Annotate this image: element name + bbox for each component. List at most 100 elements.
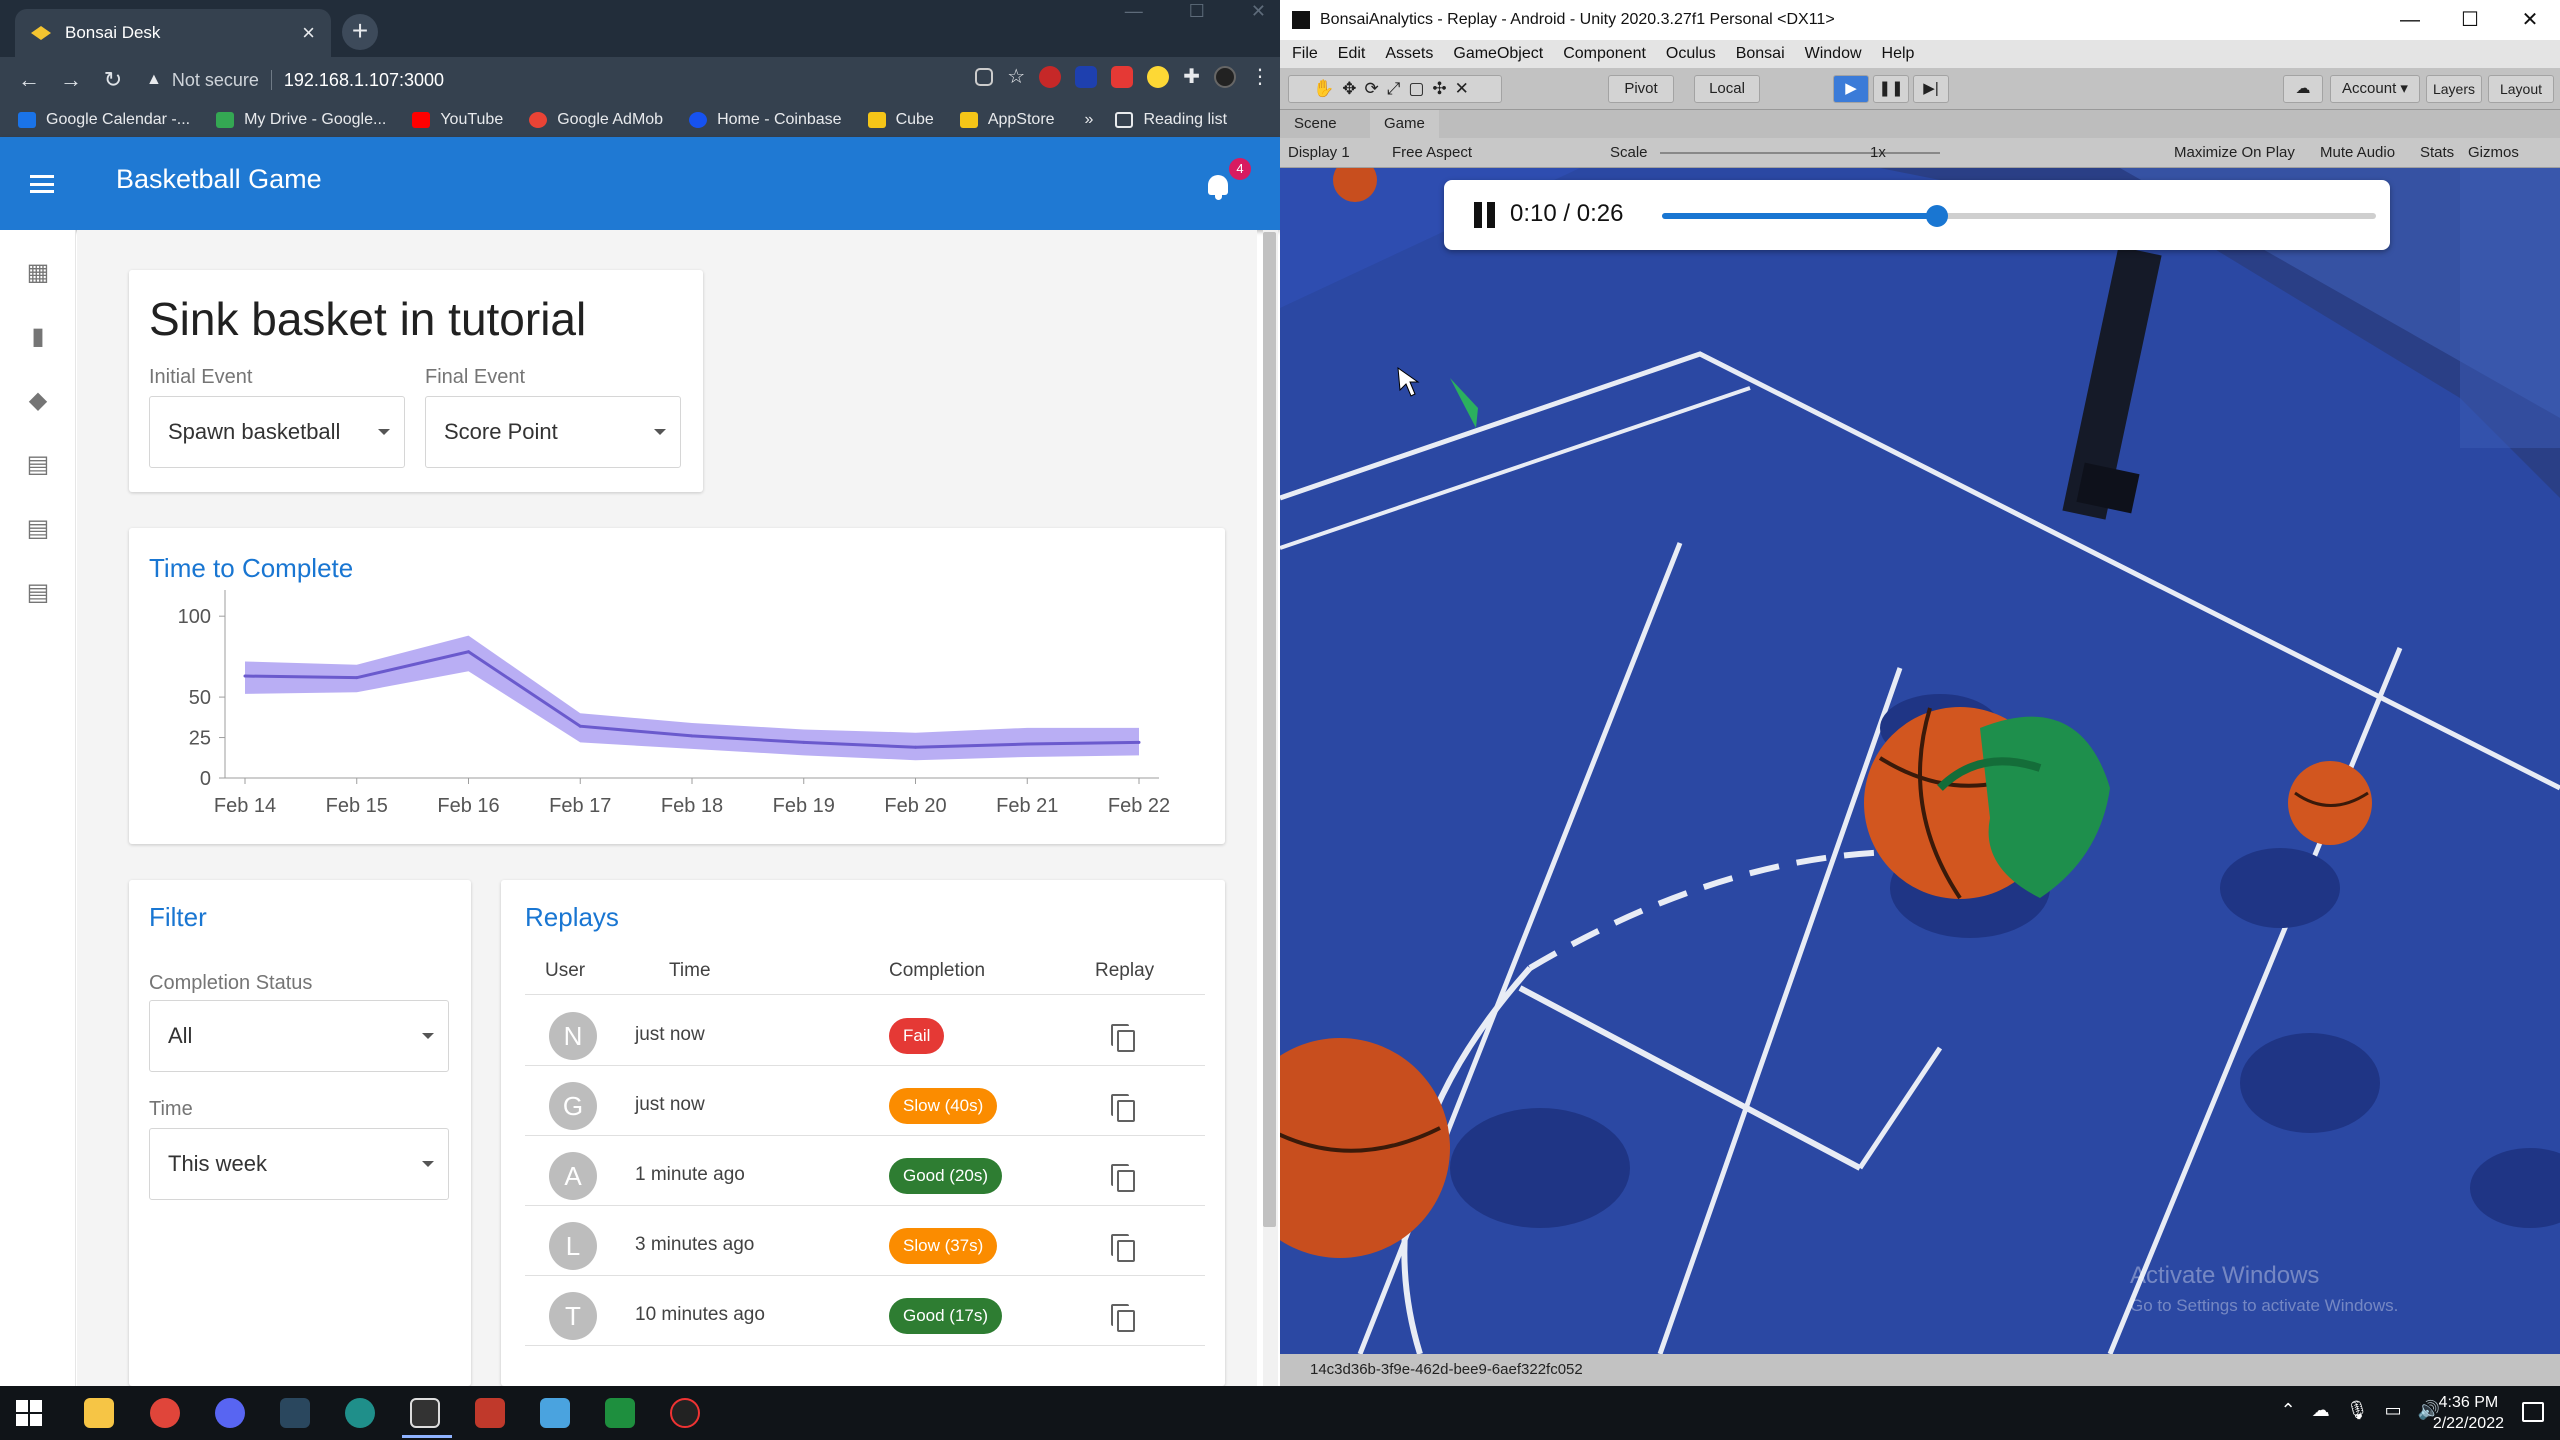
menu-file[interactable]: File — [1292, 45, 1318, 63]
aspect-dropdown[interactable]: Free Aspect — [1392, 144, 1472, 161]
pivot-toggle[interactable]: Pivot — [1608, 75, 1674, 103]
copy-icon[interactable] — [1111, 1164, 1137, 1192]
bookmark-item[interactable]: Google Calendar -... — [18, 111, 190, 129]
table-row[interactable]: L 3 minutes ago Slow (37s) — [525, 1206, 1205, 1276]
copy-icon[interactable] — [1111, 1094, 1137, 1122]
menu-gameobject[interactable]: GameObject — [1453, 45, 1543, 63]
notes-icon[interactable] — [540, 1398, 570, 1428]
pause-icon[interactable]: ❚❚ — [1873, 75, 1909, 103]
star-icon[interactable]: ☆ — [1007, 64, 1025, 89]
initial-event-select[interactable]: Spawn basketball — [149, 396, 405, 468]
steam-icon[interactable] — [280, 1398, 310, 1428]
share-icon[interactable] — [975, 67, 994, 86]
copy-icon[interactable] — [1111, 1304, 1137, 1332]
menu-bonsai[interactable]: Bonsai — [1736, 45, 1785, 63]
bar-chart-icon[interactable]: ▮ — [25, 324, 51, 350]
cloud-icon[interactable]: ☁ — [2283, 75, 2323, 103]
extension-yellow-icon[interactable] — [1147, 65, 1170, 88]
microphone-icon[interactable]: 🎙 — [2346, 1400, 2369, 1421]
clipboard-icon[interactable]: ▤ — [25, 516, 51, 542]
play-icon[interactable]: ▶ — [1833, 75, 1869, 103]
extension-red-icon[interactable] — [1039, 65, 1062, 88]
profile-avatar[interactable] — [1214, 65, 1236, 88]
menu-icon[interactable] — [30, 175, 54, 193]
recorder-icon[interactable] — [475, 1398, 505, 1428]
gizmos-dropdown[interactable]: Gizmos — [2468, 144, 2519, 161]
replay-player[interactable]: 0:10 / 0:26 — [1444, 180, 2390, 250]
reload-icon[interactable]: ↻ — [92, 67, 134, 93]
forward-icon[interactable]: → — [50, 67, 92, 93]
game-view[interactable]: 0:10 / 0:26 Activate Windows Go to Setti… — [1280, 168, 2560, 1354]
minimize-icon[interactable]: — — [2380, 0, 2440, 40]
playback-handle[interactable] — [1925, 205, 1948, 227]
bookmark-item[interactable]: Google AdMob — [529, 111, 663, 129]
close-tab-icon[interactable]: × — [302, 20, 315, 46]
stats-toggle[interactable]: Stats — [2420, 144, 2454, 161]
reading-list-button[interactable]: Reading list — [1115, 111, 1227, 129]
table-row[interactable]: T 10 minutes ago Good (17s) — [525, 1276, 1205, 1346]
notification-center-icon[interactable] — [2522, 1402, 2544, 1422]
cloud-icon[interactable]: ☁ — [2312, 1400, 2330, 1421]
app-icon[interactable] — [345, 1398, 375, 1428]
scrollbar-thumb[interactable] — [1263, 232, 1276, 1227]
back-icon[interactable]: ← — [8, 67, 50, 93]
layers-dropdown[interactable]: Layers — [2426, 75, 2482, 103]
tab-bonsai-desk[interactable]: Bonsai Desk × — [15, 9, 331, 57]
windows-start-icon[interactable] — [16, 1400, 42, 1426]
menu-help[interactable]: Help — [1882, 45, 1915, 63]
address-bar[interactable]: ▲ Not secure 192.168.1.107:3000 — [146, 70, 866, 91]
shield-icon[interactable] — [1075, 65, 1098, 88]
account-dropdown[interactable]: Account ▾ — [2330, 75, 2420, 103]
clipboard-icon[interactable]: ▤ — [25, 580, 51, 606]
chevron-up-icon[interactable]: ⌃ — [2281, 1400, 2296, 1421]
menu-edit[interactable]: Edit — [1338, 45, 1366, 63]
maximize-icon[interactable]: ☐ — [2440, 0, 2500, 40]
menu-oculus[interactable]: Oculus — [1666, 45, 1716, 63]
extension-err-icon[interactable] — [1111, 65, 1134, 88]
excel-icon[interactable] — [605, 1398, 635, 1428]
final-event-select[interactable]: Score Point — [425, 396, 681, 468]
clipboard-icon[interactable]: ▤ — [25, 452, 51, 478]
bookmark-item[interactable]: My Drive - Google... — [216, 111, 386, 129]
obs-icon[interactable] — [670, 1398, 700, 1428]
bookmark-item[interactable]: Cube — [867, 111, 934, 129]
copy-icon[interactable] — [1111, 1234, 1137, 1262]
step-icon[interactable]: ▶| — [1913, 75, 1949, 103]
menu-component[interactable]: Component — [1563, 45, 1646, 63]
bookmark-item[interactable]: Home - Coinbase — [689, 111, 842, 129]
display-dropdown[interactable]: Display 1 — [1288, 144, 1350, 161]
tab-game[interactable]: Game — [1370, 110, 1439, 138]
local-toggle[interactable]: Local — [1694, 75, 1760, 103]
menu-window[interactable]: Window — [1805, 45, 1862, 63]
network-icon[interactable]: ▭ — [2385, 1400, 2402, 1421]
table-row[interactable]: A 1 minute ago Good (20s) — [525, 1136, 1205, 1206]
close-icon[interactable]: ✕ — [2500, 0, 2560, 40]
tab-scene[interactable]: Scene — [1280, 110, 1351, 138]
bookmark-item[interactable]: AppStore — [959, 111, 1055, 129]
layers-icon[interactable]: ◆ — [25, 388, 51, 414]
completion-status-select[interactable]: All — [149, 1000, 449, 1072]
discord-icon[interactable] — [215, 1398, 245, 1428]
mute-audio-toggle[interactable]: Mute Audio — [2320, 144, 2395, 161]
close-icon[interactable]: ✕ — [1251, 0, 1266, 30]
bookmarks-overflow-icon[interactable]: » — [1085, 111, 1094, 129]
scale-slider[interactable] — [1660, 152, 1940, 154]
file-explorer-icon[interactable] — [84, 1398, 114, 1428]
new-tab-button[interactable]: + — [342, 14, 378, 50]
pause-icon[interactable] — [1474, 202, 1498, 228]
taskbar-clock[interactable]: 4:36 PM 2/22/2022 — [2433, 1392, 2504, 1434]
bookmark-item[interactable]: YouTube — [412, 111, 503, 129]
dashboard-icon[interactable]: ▦ — [25, 260, 51, 286]
time-filter-select[interactable]: This week — [149, 1128, 449, 1200]
maximize-icon[interactable]: ☐ — [1189, 0, 1205, 30]
minimize-icon[interactable]: — — [1125, 0, 1143, 30]
unity-taskbar-icon[interactable] — [402, 1398, 452, 1438]
maximize-on-play-toggle[interactable]: Maximize On Play — [2174, 144, 2295, 161]
playback-slider[interactable] — [1662, 205, 2376, 227]
table-row[interactable]: N just now Fail — [525, 996, 1205, 1066]
transform-tools[interactable]: ✋✥⟳⤢▢✣✕ — [1288, 75, 1502, 103]
puzzle-icon[interactable]: ✚ — [1183, 64, 1200, 89]
menu-kebab-icon[interactable]: ⋮ — [1250, 64, 1270, 89]
table-row[interactable]: G just now Slow (40s) — [525, 1066, 1205, 1136]
menu-assets[interactable]: Assets — [1385, 45, 1433, 63]
